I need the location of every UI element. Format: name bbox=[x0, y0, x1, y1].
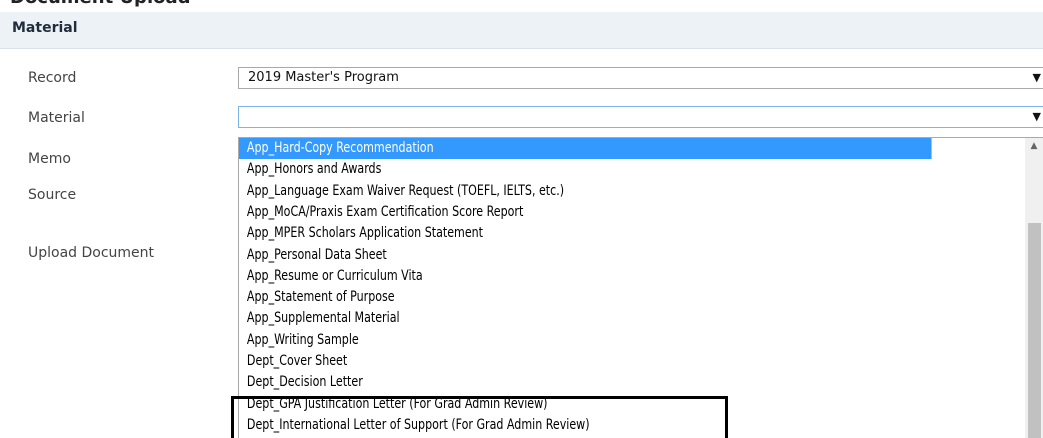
record-label: Record bbox=[28, 70, 77, 86]
material-select[interactable]: ▼ bbox=[238, 106, 1043, 128]
caret-down-icon: ▼ bbox=[1032, 71, 1041, 84]
dropdown-scrollbar[interactable]: ▲ bbox=[1025, 138, 1043, 438]
dropdown-option[interactable]: App_Honors and Awards bbox=[239, 159, 932, 180]
dropdown-option[interactable]: App_MoCA/Praxis Exam Certification Score… bbox=[239, 202, 932, 223]
material-label: Material bbox=[28, 110, 85, 126]
dropdown-option[interactable]: Dept_International Letter of Support (Fo… bbox=[239, 415, 932, 436]
scroll-up-arrow-icon[interactable]: ▲ bbox=[1025, 138, 1043, 154]
dropdown-option[interactable]: Dept_Decision Letter bbox=[239, 372, 932, 393]
record-select-value: 2019 Master's Program bbox=[248, 70, 399, 85]
dropdown-option[interactable]: App_Statement of Purpose bbox=[239, 287, 932, 308]
page-heading-fragment: Document Upload bbox=[0, 0, 1043, 12]
dropdown-option[interactable]: App_Hard-Copy Recommendation bbox=[239, 138, 932, 159]
dropdown-option[interactable]: App_Resume or Curriculum Vita bbox=[239, 266, 932, 287]
section-header: Material bbox=[0, 12, 1043, 49]
dropdown-option[interactable]: App_MPER Scholars Application Statement bbox=[239, 223, 932, 244]
record-select[interactable]: 2019 Master's Program ▼ bbox=[238, 67, 1043, 89]
upload-document-label: Upload Document bbox=[28, 245, 155, 261]
dropdown-option[interactable]: Dept_GPA Justification Letter (For Grad … bbox=[239, 394, 932, 415]
dropdown-option[interactable]: App_Writing Sample bbox=[239, 330, 932, 351]
page-heading: Document Upload bbox=[10, 0, 191, 8]
source-label: Source bbox=[28, 187, 77, 203]
dropdown-option[interactable]: App_Language Exam Waiver Request (TOEFL,… bbox=[239, 181, 932, 202]
dropdown-option[interactable]: App_Supplemental Material bbox=[239, 308, 932, 329]
material-dropdown-list[interactable]: App_Hard-Copy Recommendation App_Honors a… bbox=[238, 137, 1043, 438]
memo-label: Memo bbox=[28, 151, 71, 167]
dropdown-option[interactable]: App_Personal Data Sheet bbox=[239, 245, 932, 266]
caret-down-icon: ▼ bbox=[1032, 110, 1041, 123]
dropdown-option[interactable]: Dept_Cover Sheet bbox=[239, 351, 932, 372]
section-title: Material bbox=[12, 20, 78, 36]
scrollbar-thumb[interactable] bbox=[1028, 223, 1041, 438]
